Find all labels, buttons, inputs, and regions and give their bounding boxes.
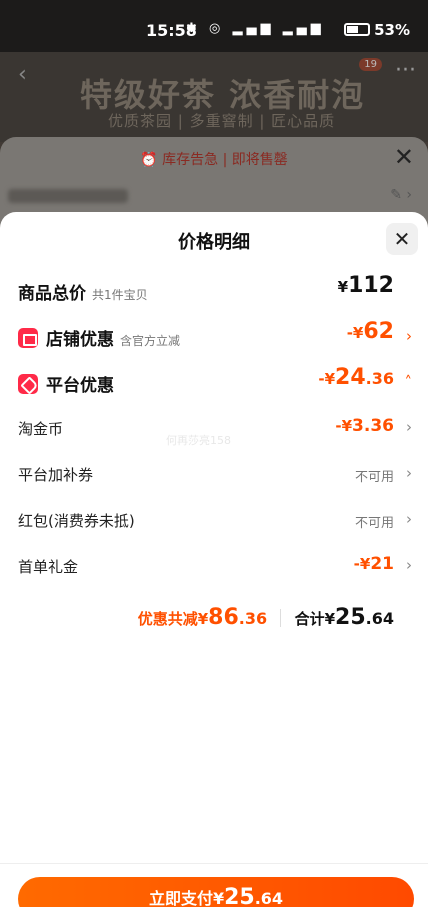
shop-discount-label: 店铺优惠 含官方立减: [18, 325, 180, 350]
taojinbi-label: 淘金币: [18, 420, 64, 438]
price-detail-sheet: 价格明细 ✕ 商品总价 共1件宝贝 ¥112 店铺优惠 含官方立减 -¥62 › 平…: [0, 212, 428, 907]
edit-icon[interactable]: ✎ ›: [390, 187, 412, 203]
item-count: 共1件宝贝: [92, 288, 148, 302]
banner-subtitle: 优质茶园 | 多重窨制 | 匠心品质: [108, 112, 336, 130]
grand-total: 合计¥25.64: [294, 605, 394, 630]
price-summary: 优惠共减¥86.36 合计¥25.64: [138, 605, 394, 630]
row-total-price: 商品总价 共1件宝贝 ¥112: [0, 273, 428, 307]
red-packet-label: 红包(消费券未抵): [18, 512, 135, 530]
first-order-gift-label: 首单礼金: [18, 558, 79, 576]
chevron-right-icon: ›: [406, 464, 412, 482]
shop-discount-sub: 含官方立减: [120, 334, 181, 348]
product-banner: ‹ 特级好茶 浓香耐泡 优质茶园 | 多重窨制 | 匠心品质 19 ···: [0, 52, 428, 142]
chevron-up-icon: ˄: [404, 373, 413, 391]
chevron-right-icon: ›: [406, 418, 412, 436]
platform-discount-value: -¥24.36: [318, 365, 394, 390]
platform-coupon-label: 平台加补券: [18, 466, 94, 484]
status-bar: 15:58 ✱ ◎ ▂▄▆ ▂▄▆ 53%: [0, 0, 428, 52]
chevron-right-icon: ›: [406, 327, 412, 345]
cart-badge: 19: [359, 58, 382, 71]
row-red-packet[interactable]: 红包(消费券未抵) 不可用 ›: [0, 506, 428, 536]
row-shop-discount[interactable]: 店铺优惠 含官方立减 -¥62 ›: [0, 319, 428, 353]
red-packet-value: 不可用: [354, 516, 394, 531]
row-first-order-gift[interactable]: 首单礼金 -¥21 ›: [0, 552, 428, 582]
bottom-bar: 立即支付¥25.64: [0, 863, 428, 907]
back-icon[interactable]: ‹: [18, 62, 27, 87]
chevron-right-icon: ›: [406, 510, 412, 528]
blurred-address: [8, 189, 128, 203]
summary-divider: [280, 609, 282, 627]
status-icons: ✱ ◎ ▂▄▆ ▂▄▆: [186, 21, 325, 36]
battery-percent: 53%: [374, 21, 410, 39]
shop-icon: [18, 328, 38, 348]
platform-coupon-value: 不可用: [354, 470, 394, 485]
chevron-right-icon: ›: [406, 556, 412, 574]
taojinbi-value: -¥3.36: [335, 416, 394, 436]
sheet-title: 价格明细: [178, 232, 250, 253]
pay-now-button[interactable]: 立即支付¥25.64: [18, 877, 414, 907]
total-discount: 优惠共减¥86.36: [137, 605, 268, 630]
coupon-tag-icon: [18, 374, 38, 394]
stock-notice-text: ⏰ 库存告急 | 即将售罄: [140, 152, 288, 168]
close-button[interactable]: ✕: [386, 223, 418, 255]
row-platform-discount[interactable]: 平台优惠 -¥24.36 ˄: [0, 365, 428, 399]
more-icon[interactable]: ···: [395, 58, 416, 83]
platform-discount-label: 平台优惠: [18, 371, 114, 396]
total-price-value: ¥112: [337, 273, 394, 298]
notice-close-icon[interactable]: ✕: [394, 143, 414, 171]
total-price-label: 商品总价 共1件宝贝: [18, 284, 148, 304]
shop-discount-value: -¥62: [346, 319, 394, 344]
first-order-gift-value: -¥21: [353, 554, 394, 574]
battery-indicator: 53%: [344, 21, 410, 39]
row-platform-coupon[interactable]: 平台加补券 不可用 ›: [0, 460, 428, 490]
watermark: 何再莎亮158: [166, 434, 231, 447]
battery-icon: [344, 23, 371, 36]
